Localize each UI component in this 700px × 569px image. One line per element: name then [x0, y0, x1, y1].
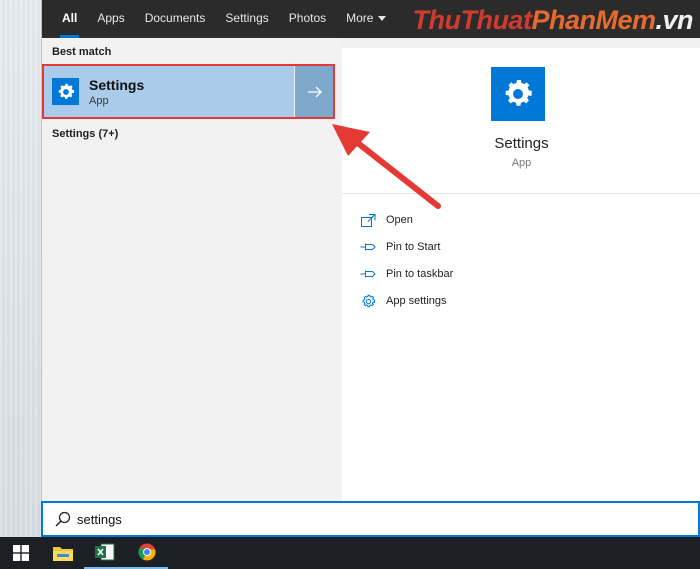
start-button[interactable] [0, 537, 42, 569]
arrow-right-icon [307, 86, 322, 97]
search-filter-tabs: All Apps Documents Settings Photos More … [42, 0, 700, 38]
best-match-result[interactable]: Settings App [42, 65, 333, 118]
action-open[interactable]: Open [359, 212, 413, 228]
action-app-settings[interactable]: App settings [359, 293, 447, 309]
action-open-label: Open [386, 214, 413, 226]
chevron-down-icon [378, 16, 387, 22]
pin-icon [359, 266, 377, 282]
chrome-button[interactable] [126, 537, 168, 569]
action-pin-to-taskbar-label: Pin to taskbar [386, 268, 454, 280]
action-pin-to-start-label: Pin to Start [386, 241, 441, 253]
gear-icon [52, 78, 79, 105]
results-pane: Best match Settings App Settings (7+) [42, 38, 342, 501]
action-app-settings-label: App settings [386, 295, 447, 307]
search-box[interactable] [41, 501, 700, 537]
gear-icon [491, 67, 545, 121]
result-subtitle: App [89, 94, 109, 107]
chrome-icon [138, 543, 156, 561]
tab-documents[interactable]: Documents [135, 0, 216, 38]
start-search-window: All Apps Documents Settings Photos More … [41, 0, 700, 537]
excel-button[interactable] [84, 537, 126, 569]
watermark-logo: ThuThuatPhanMem.vn [412, 5, 693, 35]
tab-all[interactable]: All [52, 0, 87, 38]
settings-more-results[interactable]: Settings (7+) [52, 128, 118, 140]
best-match-label: Best match [52, 46, 112, 58]
file-explorer-icon [53, 547, 73, 561]
excel-icon [95, 543, 115, 561]
tab-settings[interactable]: Settings [215, 0, 278, 38]
open-icon [359, 212, 377, 228]
details-header: Settings App [342, 48, 700, 194]
gear-icon [359, 293, 377, 309]
expand-details-button[interactable] [294, 65, 334, 118]
tab-more[interactable]: More [336, 0, 396, 38]
search-icon [55, 511, 71, 527]
pin-icon [359, 239, 377, 255]
tab-apps[interactable]: Apps [87, 0, 134, 38]
action-pin-to-taskbar[interactable]: Pin to taskbar [359, 266, 453, 282]
windows-start-icon [13, 545, 29, 561]
file-explorer-button[interactable] [42, 537, 84, 569]
tab-photos[interactable]: Photos [279, 0, 336, 38]
action-pin-to-start[interactable]: Pin to Start [359, 239, 440, 255]
taskbar [0, 537, 700, 569]
result-title: Settings [89, 76, 145, 93]
app-name: Settings [494, 135, 549, 152]
app-type: App [511, 157, 532, 169]
details-pane: Settings App Open Pin to Start Pin to ta… [342, 48, 700, 501]
tab-more-label: More [346, 11, 374, 25]
search-input[interactable] [77, 511, 637, 527]
